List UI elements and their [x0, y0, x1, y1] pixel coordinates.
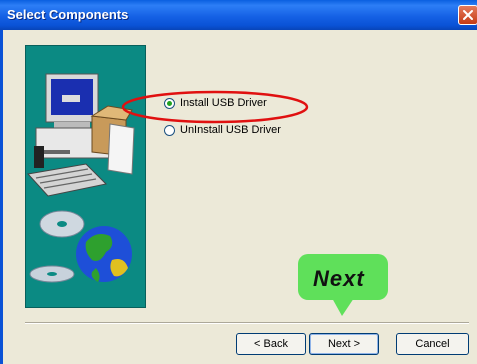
highlight-ellipse [121, 90, 309, 124]
window-title: Select Components [7, 7, 129, 22]
next-callout-label: Next [313, 266, 365, 291]
uninstall-radio-button[interactable] [164, 124, 175, 136]
cancel-button[interactable]: Cancel [396, 333, 469, 355]
cd-disc-illustration [29, 210, 85, 283]
next-button[interactable]: Next > [309, 333, 379, 355]
uninstall-usb-driver-label: UnInstall USB Driver [180, 124, 281, 136]
computer-illustration [27, 73, 135, 197]
close-button[interactable] [458, 5, 477, 25]
window-left-border [0, 30, 3, 364]
setup-illustration [25, 45, 146, 308]
globe-illustration [76, 226, 132, 282]
back-button[interactable]: < Back [236, 333, 306, 355]
close-icon [463, 10, 473, 20]
button-separator [25, 322, 469, 324]
title-bar[interactable]: Select Components [0, 0, 477, 30]
select-components-dialog: Select Components Install USB Driver UnI… [0, 0, 477, 364]
